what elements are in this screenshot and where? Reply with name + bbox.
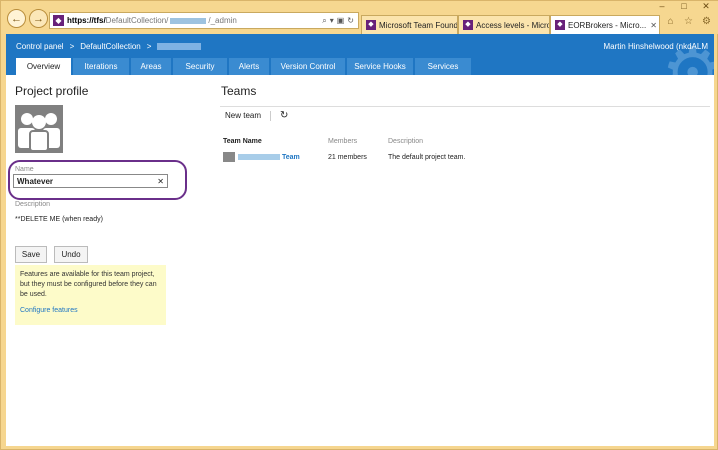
teams-toolbar: New team ↻ [220, 106, 710, 124]
description-value[interactable]: **DELETE ME (when ready) [15, 216, 103, 223]
new-team-button[interactable]: New team [220, 111, 261, 120]
col-description[interactable]: Description [388, 138, 423, 145]
browser-chrome: ← → ◆ https://tfs/ DefaultCollection/ /_… [1, 1, 718, 34]
browser-tab-2[interactable]: ◆ Access levels - Microso... [458, 15, 550, 34]
url-host: https://tfs/ [67, 16, 106, 25]
browser-window: ← → ◆ https://tfs/ DefaultCollection/ /_… [0, 0, 718, 450]
tab-overview[interactable]: Overview [16, 58, 71, 75]
admin-header: ⚙ Control panel > DefaultCollection > Ma… [6, 34, 714, 75]
col-team-name[interactable]: Team Name [223, 138, 262, 145]
description-label: Description [15, 201, 51, 208]
close-tab-icon[interactable]: ✕ [650, 21, 657, 30]
browser-tools: ⌂ ☆ ⚙ [664, 15, 713, 28]
search-icon[interactable]: ⌕ [322, 16, 326, 26]
forward-button[interactable]: → [29, 9, 48, 28]
lock-icon[interactable]: ▣ [337, 16, 345, 26]
breadcrumb-separator: > [146, 42, 152, 51]
redacted-project-name [157, 43, 202, 50]
home-icon[interactable]: ⌂ [664, 15, 677, 28]
features-note-text: Features are available for this team pro… [20, 271, 157, 298]
tab-areas[interactable]: Areas [131, 58, 171, 75]
team-name-link[interactable]: Team [282, 154, 300, 161]
toolbar-separator [270, 110, 272, 121]
project-avatar[interactable] [15, 105, 63, 153]
breadcrumb-control-panel[interactable]: Control panel [16, 42, 64, 51]
redacted-team-prefix [238, 154, 280, 160]
dropdown-icon[interactable]: ▾ [330, 16, 334, 26]
browser-tab-1[interactable]: ◆ Microsoft Team Found... [361, 15, 458, 34]
tab-title: EORBrokers - Micro... [568, 20, 647, 30]
team-description: The default project team. [388, 154, 466, 161]
team-image-icon [15, 105, 63, 153]
breadcrumb-collection[interactable]: DefaultCollection [80, 42, 140, 51]
redacted-text [170, 17, 207, 24]
minimize-icon[interactable]: – [651, 1, 673, 13]
browser-tab-3[interactable]: ◆ EORBrokers - Micro... ✕ [550, 15, 660, 34]
breadcrumb: Control panel > DefaultCollection > [16, 42, 202, 51]
maximize-icon[interactable]: □ [673, 1, 695, 13]
page-title: Project profile [15, 84, 89, 98]
team-icon [223, 152, 235, 162]
url-path: DefaultCollection/ [105, 16, 169, 25]
vs-icon: ◆ [555, 20, 565, 30]
teams-title: Teams [221, 84, 257, 98]
name-label: Name [15, 166, 34, 173]
address-bar[interactable]: ◆ https://tfs/ DefaultCollection/ /_admi… [49, 12, 359, 29]
name-value: Whatever [17, 176, 54, 186]
tab-security[interactable]: Security [173, 58, 227, 75]
gear-icon[interactable]: ⚙ [700, 15, 713, 28]
url-suffix: /_admin [208, 16, 237, 25]
admin-nav: Overview Iterations Areas Security Alerts Ver… [16, 58, 473, 75]
address-tools: ⌕ ▾ ▣ ↻ [322, 16, 358, 26]
site-icon: ◆ [53, 15, 64, 26]
undo-button[interactable]: Undo [54, 246, 88, 263]
name-field[interactable]: Whatever ✕ [13, 174, 168, 188]
favorites-icon[interactable]: ☆ [682, 15, 695, 28]
breadcrumb-separator: > [69, 42, 75, 51]
refresh-icon[interactable]: ↻ [280, 110, 288, 121]
tab-title: Microsoft Team Found... [379, 20, 458, 30]
features-notice: Features are available for this team pro… [15, 265, 166, 325]
vs-icon: ◆ [366, 20, 376, 30]
configure-features-link[interactable]: Configure features [20, 306, 161, 316]
tab-version-control[interactable]: Version Control [271, 58, 345, 75]
tab-services[interactable]: Services [415, 58, 471, 75]
tab-title: Access levels - Microso... [476, 20, 550, 30]
save-button[interactable]: Save [15, 246, 47, 263]
user-name[interactable]: Martin Hinshelwood (nkdALM [604, 42, 709, 51]
back-button[interactable]: ← [7, 9, 26, 28]
col-members[interactable]: Members [328, 138, 357, 145]
tab-alerts[interactable]: Alerts [229, 58, 269, 75]
refresh-icon[interactable]: ↻ [347, 16, 354, 26]
tab-service-hooks[interactable]: Service Hooks [347, 58, 413, 75]
team-members: 21 members [328, 154, 367, 161]
vs-icon: ◆ [463, 20, 473, 30]
page-content: ⚙ Control panel > DefaultCollection > Ma… [6, 34, 714, 446]
close-window-icon[interactable]: ✕ [695, 1, 717, 13]
clear-icon[interactable]: ✕ [157, 177, 164, 186]
tab-iterations[interactable]: Iterations [73, 58, 129, 75]
